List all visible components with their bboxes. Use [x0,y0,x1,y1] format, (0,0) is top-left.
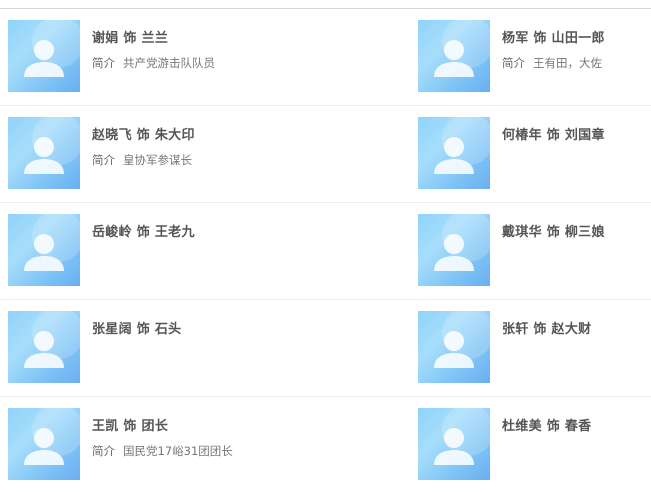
cast-member-name[interactable]: 杜维美 饰 春香 [502,415,591,434]
person-silhouette-icon [24,408,80,465]
cast-member-name[interactable]: 戴琪华 饰 柳三娘 [502,221,605,240]
default-avatar-icon[interactable] [8,117,80,189]
default-avatar-icon[interactable] [418,214,490,286]
default-avatar-icon[interactable] [8,214,80,286]
intro-text: 皇协军参谋长 [123,153,192,167]
cast-member-intro: 简介 皇协军参谋长 [92,152,192,168]
default-avatar-icon[interactable] [418,408,490,480]
cast-member-card[interactable]: 张星阔 饰 石头 [8,311,238,385]
person-silhouette-icon [24,20,80,77]
cast-member-name[interactable]: 岳峻岭 饰 王老九 [92,221,195,240]
default-avatar-icon[interactable] [418,311,490,383]
cast-member-card[interactable]: 何椿年 饰 刘国章 [418,117,648,191]
cast-list: 谢娟 饰 兰兰 简介 共产党游击队队员 杨军 饰 山田一郎 简介 王有田，大佐 赵晓… [0,9,651,493]
default-avatar-icon[interactable] [8,311,80,383]
intro-text: 王有田，大佐 [533,56,602,70]
person-silhouette-icon [434,20,490,77]
cast-member-name[interactable]: 何椿年 饰 刘国章 [502,124,605,143]
intro-label: 简介 [92,153,115,167]
cast-member-card[interactable]: 杨军 饰 山田一郎 简介 王有田，大佐 [418,20,648,94]
person-silhouette-icon [434,311,490,368]
person-silhouette-icon [24,117,80,174]
default-avatar-icon[interactable] [418,117,490,189]
cast-member-intro: 简介 国民党17峪31团团长 [92,443,233,459]
cast-member-intro: 简介 王有田，大佐 [502,55,602,71]
person-silhouette-icon [434,214,490,271]
cast-row: 张星阔 饰 石头 张轩 饰 赵大财 [0,300,651,397]
intro-label: 简介 [502,56,525,70]
intro-label: 简介 [92,56,115,70]
cast-member-intro: 简介 共产党游击队队员 [92,55,215,71]
default-avatar-icon[interactable] [418,20,490,92]
cast-row: 谢娟 饰 兰兰 简介 共产党游击队队员 杨军 饰 山田一郎 简介 王有田，大佐 [0,9,651,106]
cast-member-name[interactable]: 赵晓飞 饰 朱大印 [92,124,195,143]
person-silhouette-icon [434,408,490,465]
cast-member-card[interactable]: 张轩 饰 赵大财 [418,311,648,385]
cast-member-card[interactable]: 谢娟 饰 兰兰 简介 共产党游击队队员 [8,20,238,94]
cast-row: 赵晓飞 饰 朱大印 简介 皇协军参谋长 何椿年 饰 刘国章 [0,106,651,203]
cast-member-card[interactable]: 赵晓飞 饰 朱大印 简介 皇协军参谋长 [8,117,238,191]
cast-row: 王凯 饰 团长 简介 国民党17峪31团团长 杜维美 饰 春香 [0,397,651,493]
cast-row: 岳峻岭 饰 王老九 戴琪华 饰 柳三娘 [0,203,651,300]
cast-member-card[interactable]: 戴琪华 饰 柳三娘 [418,214,648,288]
default-avatar-icon[interactable] [8,408,80,480]
cast-member-name[interactable]: 张轩 饰 赵大财 [502,318,591,337]
cast-member-name[interactable]: 张星阔 饰 石头 [92,318,181,337]
cast-member-card[interactable]: 王凯 饰 团长 简介 国民党17峪31团团长 [8,408,238,482]
intro-text: 共产党游击队队员 [123,56,215,70]
intro-text: 国民党17峪31团团长 [123,444,233,458]
intro-label: 简介 [92,444,115,458]
cast-member-name[interactable]: 杨军 饰 山田一郎 [502,27,605,46]
cast-member-card[interactable]: 岳峻岭 饰 王老九 [8,214,238,288]
cast-member-name[interactable]: 王凯 饰 团长 [92,415,168,434]
person-silhouette-icon [24,311,80,368]
cast-member-name[interactable]: 谢娟 饰 兰兰 [92,27,168,46]
person-silhouette-icon [24,214,80,271]
default-avatar-icon[interactable] [8,20,80,92]
cast-member-card[interactable]: 杜维美 饰 春香 [418,408,648,482]
person-silhouette-icon [434,117,490,174]
